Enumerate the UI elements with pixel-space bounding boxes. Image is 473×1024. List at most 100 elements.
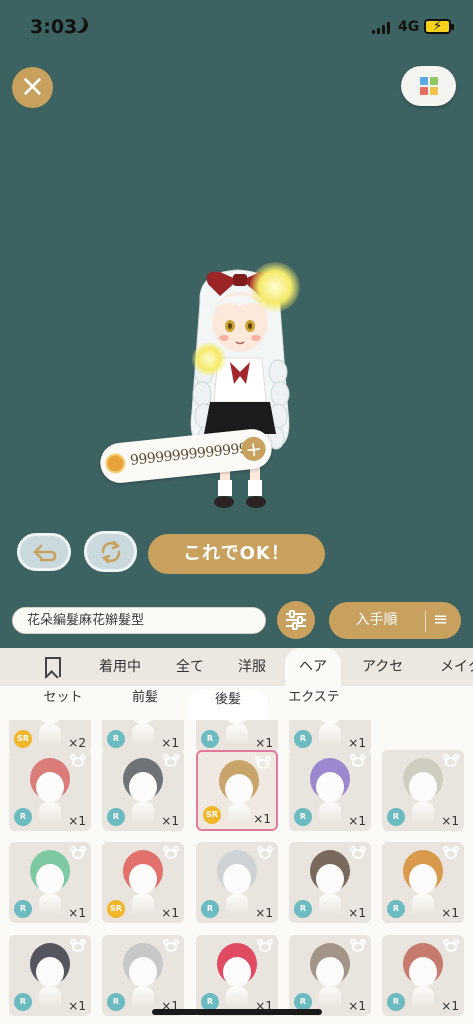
tab-clothes[interactable]: 洋服 — [238, 648, 266, 686]
status-time: 3:03 — [30, 16, 78, 38]
hair-item-tile[interactable]: SR ×2 — [9, 720, 91, 753]
hair-item-tile[interactable]: R ×1 — [196, 720, 278, 753]
item-quantity: ×1 — [161, 814, 179, 828]
mannequin-stand — [226, 724, 248, 744]
item-quantity: ×1 — [161, 736, 179, 750]
close-button[interactable]: × — [12, 67, 53, 108]
bear-icon — [443, 939, 459, 952]
mannequin-stand — [39, 802, 61, 822]
bear-icon — [350, 846, 366, 859]
category-tabs: 着用中 全て 洋服 ヘア アクセ メイク — [0, 648, 473, 686]
filter-icon — [286, 610, 306, 618]
mannequin-face — [409, 957, 437, 987]
hair-item-tile[interactable]: R ×1 — [102, 935, 184, 1016]
tab-all[interactable]: 全て — [176, 648, 204, 686]
item-quantity: ×1 — [161, 906, 179, 920]
item-name-field[interactable]: 花朵編髮麻花辮髮型 — [12, 607, 266, 634]
mannequin-face — [316, 957, 344, 987]
item-quantity: ×1 — [441, 814, 459, 828]
sort-button[interactable]: 入手順 ≡ — [329, 602, 461, 639]
rarity-badge: R — [387, 900, 405, 918]
hair-item-tile[interactable]: R ×1 — [196, 935, 278, 1016]
sort-order-icon[interactable]: ≡ — [433, 608, 448, 632]
hair-item-tile[interactable]: R ×1 — [9, 935, 91, 1016]
subtab-back-hair[interactable]: 後髪 — [188, 690, 268, 720]
rarity-badge: R — [14, 993, 32, 1011]
item-grid: SR ×2 R ×1 R ×1 R ×1 R ×1 R ×1 SR ×1 R ×1 R ×1 R ×1 SR ×1 R ×1 R… — [0, 720, 473, 1024]
butterfly-sparkle-icon — [192, 342, 226, 376]
rarity-badge: R — [201, 900, 219, 918]
item-quantity: ×1 — [68, 999, 86, 1013]
bear-icon — [70, 846, 86, 859]
hair-item-tile[interactable]: R ×1 — [382, 935, 464, 1016]
hair-item-tile[interactable]: R ×1 — [102, 720, 184, 753]
mannequin-stand — [319, 987, 341, 1007]
mannequin-stand — [226, 987, 248, 1007]
mannequin-face — [316, 864, 344, 894]
bear-icon — [350, 939, 366, 952]
rarity-badge: R — [294, 900, 312, 918]
confirm-button[interactable]: これでOK！ — [148, 534, 325, 574]
mannequin-stand — [39, 894, 61, 914]
item-quantity: ×1 — [441, 906, 459, 920]
mannequin-face — [36, 772, 64, 802]
hair-item-tile[interactable]: SR ×1 — [196, 750, 278, 831]
filter-button[interactable] — [277, 601, 315, 639]
rarity-badge: R — [107, 730, 125, 748]
hair-item-tile[interactable]: R ×1 — [289, 720, 371, 753]
mannequin-stand — [132, 987, 154, 1007]
mannequin-stand — [226, 894, 248, 914]
bear-icon — [163, 846, 179, 859]
bear-icon — [70, 754, 86, 767]
tab-accessories[interactable]: アクセ — [362, 648, 403, 686]
item-quantity: ×1 — [348, 906, 366, 920]
rarity-badge: R — [201, 730, 219, 748]
bear-icon — [163, 939, 179, 952]
coin-amount: 99999999999999 — [129, 440, 249, 469]
rarity-badge: R — [107, 808, 125, 826]
mannequin-stand — [39, 987, 61, 1007]
palette-button[interactable] — [401, 66, 456, 106]
bookmark-icon[interactable] — [45, 657, 61, 677]
mannequin-face — [225, 774, 253, 804]
reset-button[interactable] — [84, 531, 137, 572]
hair-item-tile[interactable]: R ×1 — [382, 842, 464, 923]
undo-button[interactable] — [17, 533, 71, 571]
rarity-badge: R — [387, 993, 405, 1011]
subtab-extensions[interactable]: エクステ — [274, 686, 354, 716]
item-panel: 花朵編髮麻花辮髮型 入手順 ≡ 着用中 全て 洋服 ヘア アクセ メイク セット… — [0, 592, 473, 1024]
tab-makeup[interactable]: メイク — [440, 648, 473, 686]
bear-icon — [443, 754, 459, 767]
tab-hair[interactable]: ヘア — [285, 648, 341, 686]
rarity-badge: R — [294, 808, 312, 826]
add-coins-button[interactable]: + — [240, 435, 267, 463]
hair-item-tile[interactable]: R ×1 — [289, 842, 371, 923]
bear-icon — [163, 754, 179, 767]
hair-item-tile[interactable]: R ×1 — [289, 935, 371, 1016]
subtab-set[interactable]: セット — [24, 686, 102, 716]
network-label: 4G — [398, 19, 420, 35]
hair-item-tile[interactable]: SR ×1 — [102, 842, 184, 923]
mannequin-stand — [319, 802, 341, 822]
mannequin-face — [223, 864, 251, 894]
hair-item-tile[interactable]: R ×1 — [196, 842, 278, 923]
item-quantity: ×1 — [348, 736, 366, 750]
hair-item-tile[interactable]: R ×1 — [289, 750, 371, 831]
hair-item-tile[interactable]: R ×1 — [9, 750, 91, 831]
item-quantity: ×1 — [253, 812, 271, 826]
rarity-badge: R — [387, 808, 405, 826]
mannequin-face — [316, 772, 344, 802]
hair-item-tile[interactable]: R ×1 — [9, 842, 91, 923]
hair-item-tile[interactable]: R ×1 — [102, 750, 184, 831]
refresh-icon — [101, 540, 120, 563]
item-quantity: ×2 — [68, 736, 86, 750]
tab-wearing[interactable]: 着用中 — [99, 648, 141, 686]
subtab-bangs[interactable]: 前髪 — [108, 686, 182, 716]
hair-item-tile[interactable]: R ×1 — [382, 750, 464, 831]
home-indicator[interactable] — [152, 1009, 322, 1015]
mannequin-stand — [412, 802, 434, 822]
bear-icon — [443, 846, 459, 859]
mannequin-stand — [39, 724, 61, 744]
mannequin-stand — [319, 894, 341, 914]
mannequin-stand — [132, 724, 154, 744]
